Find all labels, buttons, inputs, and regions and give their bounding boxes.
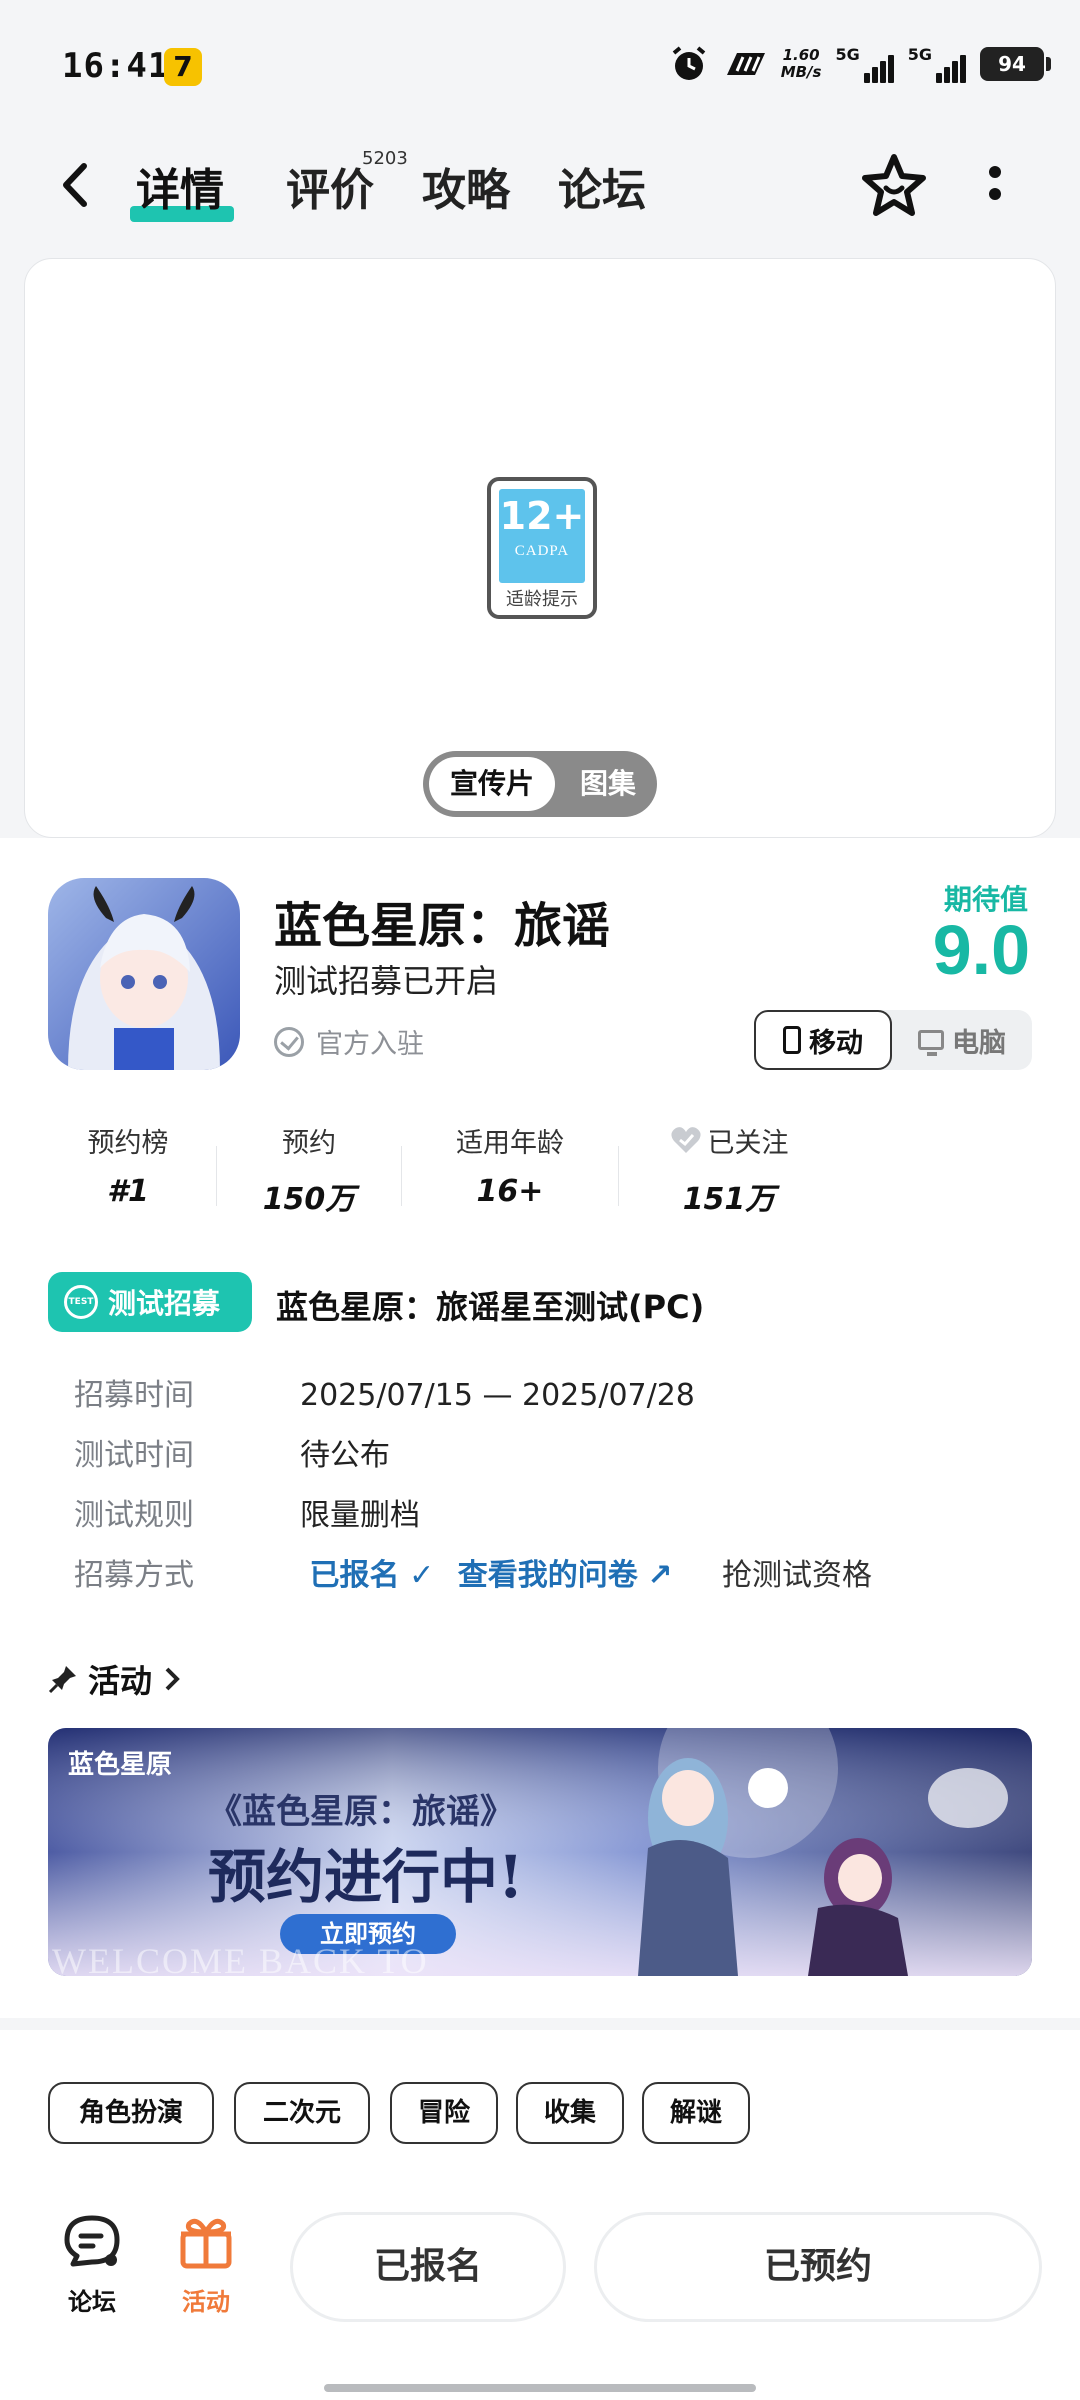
genre-tag[interactable]: 收集 <box>516 2082 624 2144</box>
banner-headline: 预约进行中! <box>208 1843 524 1911</box>
platform-switch: 移动 电脑 <box>754 1010 1032 1070</box>
reserved-button[interactable]: 已预约 <box>594 2212 1042 2322</box>
forum-chat-icon <box>64 2215 120 2267</box>
phone-icon <box>783 1026 801 1054</box>
forum-button[interactable]: 论坛 <box>52 2214 132 2317</box>
activity-banner[interactable]: 蓝色星原 《蓝色星原：旅谣》 预约进行中! 立即预约 WELCOME BACK … <box>48 1728 1032 1976</box>
media-toggle: 宣传片 图集 <box>423 751 657 817</box>
alarm-icon <box>672 46 705 80</box>
favorite-star-icon[interactable] <box>860 152 928 218</box>
game-title: 蓝色星原：旅谣 <box>274 898 611 954</box>
stat-followers[interactable]: 已关注 151万 <box>619 1120 839 1230</box>
network-speed: 1.60 MB/s <box>780 46 822 81</box>
check-icon: ✓ <box>409 1558 435 1593</box>
grab-qualification-link[interactable]: 抢测试资格 <box>722 1558 872 1593</box>
signal-icon: 5G <box>835 45 894 83</box>
bottom-panel: 角色扮演 二次元 冒险 收集 解谜 论坛 活动 已报名 已预约 <box>0 2030 1080 2400</box>
trailer-toggle[interactable]: 宣传片 <box>429 757 555 811</box>
review-count: 5203 <box>362 148 408 169</box>
genre-tag[interactable]: 冒险 <box>390 2082 498 2144</box>
tab-reviews[interactable]: 评价 <box>286 154 374 218</box>
home-indicator[interactable] <box>324 2384 756 2392</box>
banner-welcome: WELCOME BACK TO <box>52 1941 429 1976</box>
recruit-row-method: 招募方式 已报名 ✓ 查看我的问卷 ↗ 抢测试资格 <box>74 1558 873 1593</box>
check-circle-icon <box>274 1026 304 1057</box>
pin-icon <box>48 1666 76 1694</box>
view-survey-link[interactable]: 查看我的问卷 <box>458 1558 638 1593</box>
game-info: 蓝色星原：旅谣 测试招募已开启 官方入驻 期待值 9.0 移动 电脑 预约榜 #… <box>0 838 1080 2018</box>
tab-guides[interactable]: 攻略 <box>422 154 510 218</box>
test-recruit-tag: TEST 测试招募 <box>48 1272 252 1332</box>
recruit-row-rules: 测试规则 限量删档 <box>74 1498 420 1533</box>
recruit-row-test-time: 测试时间 待公布 <box>74 1438 390 1473</box>
game-icon <box>48 878 240 1070</box>
official-label: 官方入驻 <box>316 1029 424 1060</box>
media-preview[interactable]: 12+ CADPA 适龄提示 宣传片 图集 <box>24 258 1056 838</box>
gallery-toggle[interactable]: 图集 <box>563 751 653 817</box>
banner-brand: 蓝色星原 <box>68 1750 173 1780</box>
heart-icon <box>670 1127 701 1153</box>
status-icons: 1.60 MB/s 5G 5G 94 <box>669 44 1051 84</box>
signal-icon-2: 5G <box>908 45 966 83</box>
genre-tag[interactable]: 解谜 <box>642 2082 750 2144</box>
chevron-right-icon <box>165 1667 180 1691</box>
clock: 16:41 <box>62 46 170 86</box>
monitor-icon <box>918 1030 944 1056</box>
recruit-row-time: 招募时间 2025/07/15 — 2025/07/28 <box>74 1378 695 1413</box>
test-icon: TEST <box>64 1285 98 1319</box>
age-rating-badge: 12+ CADPA 适龄提示 <box>487 477 597 619</box>
status-bar: 16:41 7 1.60 MB/s 5G 5G 94 <box>0 0 1080 130</box>
recruit-title: 蓝色星原：旅谣星至测试(PC) <box>276 1288 705 1326</box>
stat-rank[interactable]: 预约榜 #1 <box>40 1120 216 1230</box>
rating-tip: 适龄提示 <box>506 589 578 610</box>
signed-up-button[interactable]: 已报名 <box>290 2212 566 2322</box>
banner-art <box>48 1728 1032 1976</box>
platform-pc[interactable]: 电脑 <box>892 1010 1032 1070</box>
age-rating: 12+ <box>499 494 585 538</box>
activity-header[interactable]: 活动 <box>48 1656 182 1702</box>
gift-icon <box>180 2218 232 2269</box>
app-notification-icon: 7 <box>164 48 202 86</box>
rating-org: CADPA <box>514 543 570 559</box>
banner-subtitle: 《蓝色星原：旅谣》 <box>208 1792 514 1832</box>
top-nav: 详情 评价 5203 攻略 论坛 <box>0 140 1080 230</box>
stat-age: 适用年龄 16+ <box>456 1127 564 1210</box>
game-subtitle: 测试招募已开启 <box>274 962 499 1000</box>
back-arrow-icon[interactable] <box>56 160 96 210</box>
activity-button[interactable]: 活动 <box>166 2214 246 2317</box>
external-arrow-icon: ↗ <box>647 1558 673 1593</box>
stats-row: 预约榜 #1 预约 150万 适用年龄 16+ 已关注 151万 <box>40 1120 1040 1230</box>
stat-reservations: 预约 150万 <box>262 1127 356 1218</box>
genre-tag[interactable]: 角色扮演 <box>48 2082 214 2144</box>
platform-mobile[interactable]: 移动 <box>754 1010 892 1070</box>
more-options-icon[interactable] <box>986 162 1004 208</box>
tab-details[interactable]: 详情 <box>136 154 224 218</box>
tab-forum[interactable]: 论坛 <box>558 154 646 218</box>
signed-up-link[interactable]: 已报名 <box>310 1558 400 1593</box>
nfc-icon <box>726 53 765 75</box>
score-value: 9.0 <box>932 911 1030 989</box>
official-badge: 官方入驻 <box>274 1022 424 1061</box>
battery-icon: 94 <box>980 47 1051 81</box>
genre-tag[interactable]: 二次元 <box>234 2082 370 2144</box>
